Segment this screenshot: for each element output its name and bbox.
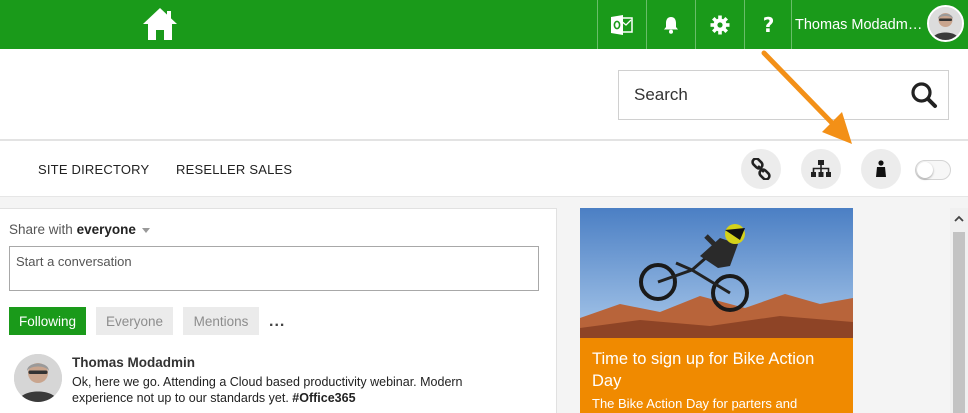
tab-mentions[interactable]: Mentions [183, 307, 259, 335]
user-menu[interactable]: Thomas Modadm… [791, 0, 968, 49]
outlook-button[interactable] [597, 0, 645, 49]
sitemap-button[interactable] [801, 149, 841, 189]
tab-following[interactable]: Following [9, 307, 86, 335]
gear-icon [710, 15, 729, 34]
bell-icon [663, 16, 678, 34]
link-button[interactable] [741, 149, 781, 189]
newsfeed-panel: Share with everyone Following Everyone M… [0, 208, 557, 413]
nav-item-reseller-sales[interactable]: RESELLER SALES [176, 162, 292, 177]
toggle-switch[interactable] [915, 160, 951, 180]
post-body: Ok, here we go. Attending a Cloud based … [72, 375, 463, 405]
post-hashtag[interactable]: #Office365 [292, 391, 355, 405]
help-icon: ? [762, 12, 775, 37]
share-target: everyone [76, 222, 136, 237]
home-button[interactable] [140, 5, 180, 43]
share-with-label: Share with [9, 222, 73, 237]
search-input[interactable] [619, 85, 899, 105]
settings-button[interactable] [695, 0, 743, 49]
person-icon [876, 160, 886, 177]
chevron-up-icon [954, 215, 964, 222]
promo-content[interactable]: Time to sign up for Bike Action Day The … [580, 338, 853, 413]
scroll-thumb[interactable] [953, 232, 965, 413]
sitemap-icon [811, 160, 831, 177]
tab-everyone[interactable]: Everyone [96, 307, 173, 335]
home-icon [143, 8, 177, 40]
scroll-up-button[interactable] [950, 208, 968, 228]
post-text: Ok, here we go. Attending a Cloud based … [72, 374, 482, 406]
profile-button[interactable] [861, 149, 901, 189]
nav-item-site-directory[interactable]: SITE DIRECTORY [38, 162, 149, 177]
vertical-scrollbar[interactable] [950, 208, 968, 413]
notifications-button[interactable] [646, 0, 694, 49]
post-author-name[interactable]: Thomas Modadmin [72, 355, 195, 370]
top-bar: ? Thomas Modadm… [0, 0, 968, 49]
avatar[interactable] [927, 5, 964, 42]
user-name: Thomas Modadm… [795, 16, 923, 33]
conversation-input[interactable] [9, 246, 539, 291]
search-box[interactable] [618, 70, 949, 120]
promo-title[interactable]: Time to sign up for Bike Action Day [592, 348, 841, 392]
link-icon [751, 158, 771, 180]
more-options-button[interactable]: ... [269, 313, 285, 331]
promo-card[interactable]: Time to sign up for Bike Action Day The … [580, 208, 853, 413]
toggle-knob [917, 162, 933, 178]
outlook-icon [610, 14, 633, 35]
header-divider [0, 139, 968, 141]
promo-description: The Bike Action Day for parters and [592, 396, 798, 411]
post-author-avatar[interactable] [14, 354, 62, 402]
share-with-selector[interactable]: Share with everyone [9, 222, 150, 237]
search-icon[interactable] [910, 81, 938, 109]
caret-down-icon [141, 227, 150, 233]
help-button[interactable]: ? [744, 0, 792, 49]
promo-image [580, 208, 853, 338]
